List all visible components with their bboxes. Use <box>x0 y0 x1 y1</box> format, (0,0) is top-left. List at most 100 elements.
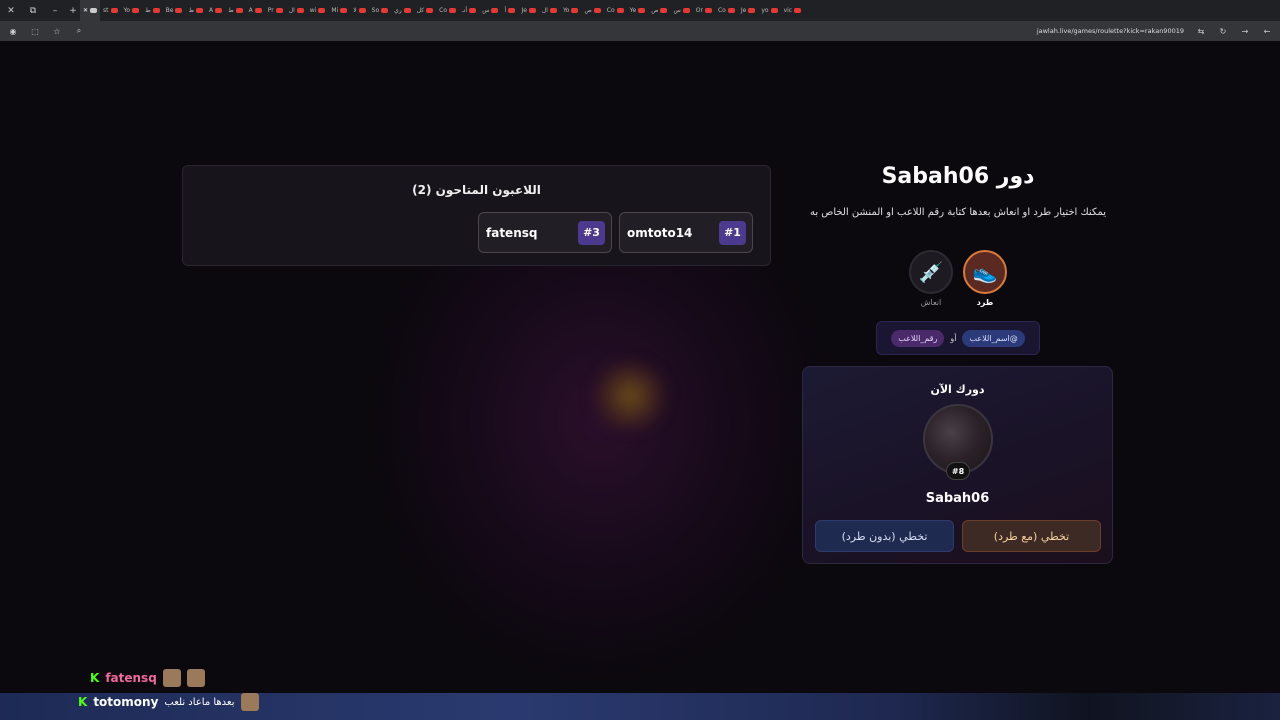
tab-title: Be <box>165 7 174 14</box>
browser-tab[interactable]: A <box>206 0 225 21</box>
player-number-badge: #8 <box>946 462 970 480</box>
tab-title: vic <box>783 7 793 14</box>
tab-title: س <box>673 7 681 14</box>
new-tab-icon[interactable]: + <box>66 6 80 16</box>
browser-tab[interactable]: أ <box>501 0 518 21</box>
youtube-icon <box>196 8 203 13</box>
revive-action[interactable]: 💉 انعاش <box>908 250 954 307</box>
browser-tab[interactable]: ص <box>648 0 670 21</box>
emote-icon <box>240 693 259 711</box>
browser-tab[interactable]: vic <box>781 0 805 21</box>
browser-tab[interactable]: س <box>479 0 501 21</box>
youtube-icon <box>491 8 499 13</box>
youtube-icon <box>275 8 283 13</box>
chat-overlay: K fatensq K totomony بعدها ماعاد نلعب <box>0 666 280 720</box>
browser-tab[interactable]: Je <box>518 0 538 21</box>
chat-message: K fatensq <box>90 669 205 687</box>
browser-tab[interactable]: ط <box>185 0 206 21</box>
chat-text: بعدها ماعاد نلعب <box>164 696 235 708</box>
reload-icon[interactable]: ↻ <box>1218 27 1228 36</box>
youtube-icon <box>449 8 456 13</box>
youtube-icon <box>638 8 646 13</box>
browser-tab[interactable]: لا <box>350 0 368 21</box>
browser-tab[interactable]: st <box>100 0 120 21</box>
player-name: fatensq <box>486 225 538 240</box>
browser-tab[interactable]: Co <box>715 0 738 21</box>
player-chip[interactable]: #1 omtoto14 <box>619 212 753 253</box>
syringe-icon: 💉 <box>909 250 953 294</box>
browser-tab[interactable]: أنـ <box>459 0 479 21</box>
minimize-window-icon[interactable]: – <box>44 6 66 16</box>
tab-title: كل <box>416 7 425 14</box>
browser-tab[interactable]: ص <box>581 0 603 21</box>
zoom-icon[interactable]: ⌕ <box>74 26 84 36</box>
tab-list: st Yo ط Be ط A ط A Pr ال wi Mi لا So ري كل Co أنـ س أ Je ال Yo… <box>100 0 804 21</box>
youtube-icon <box>403 8 411 13</box>
tab-title: Yo <box>562 7 570 14</box>
browser-tab[interactable]: س <box>670 0 692 21</box>
tab-title: ط <box>188 7 194 14</box>
forward-icon[interactable]: → <box>1240 27 1250 36</box>
browser-tab[interactable]: Co <box>604 0 627 21</box>
close-window-icon[interactable]: ✕ <box>0 6 22 16</box>
browser-tab[interactable]: ال <box>539 0 560 21</box>
browser-tab[interactable]: Ye <box>627 0 649 21</box>
browser-tab[interactable]: wi <box>307 0 329 21</box>
player-chip[interactable]: #3 fatensq <box>478 212 612 253</box>
youtube-icon <box>110 8 118 13</box>
tab-title: Or <box>695 7 703 14</box>
bookmark-star-icon[interactable]: ☆ <box>52 27 62 36</box>
back-icon[interactable]: ← <box>1262 27 1272 36</box>
tab-search-icon[interactable]: ⇆ <box>1196 27 1206 36</box>
current-player-name: Sabah06 <box>925 491 990 506</box>
tab-title: wi <box>309 7 317 14</box>
restore-window-icon[interactable]: ⧉ <box>22 6 44 16</box>
youtube-icon <box>152 8 160 13</box>
browser-tab[interactable]: Co <box>436 0 459 21</box>
browser-tab[interactable]: كل <box>414 0 436 21</box>
kick-action[interactable]: 👟 طرد <box>962 250 1008 307</box>
browser-tab[interactable]: ال <box>286 0 307 21</box>
extensions-icon[interactable]: ⬚ <box>30 27 40 36</box>
or-text: أو <box>950 333 957 343</box>
youtube-icon <box>175 8 183 13</box>
browser-tab-bar: ✕ ⧉ – + ✕ st Yo ط Be ط A ط A Pr ال wi Mi لا So ري كل Co أ… <box>0 0 1280 21</box>
browser-tab[interactable]: ري <box>391 0 414 21</box>
skip-with-kick-button[interactable]: تخطي (مع طرد) <box>962 520 1101 552</box>
youtube-icon <box>571 8 579 13</box>
close-tab-icon[interactable]: ✕ <box>83 7 88 14</box>
turn-description: يمكنك اختيار طرد او انعاش بعدها كتابة رق… <box>809 207 1107 218</box>
tab-title: Je <box>740 7 747 14</box>
browser-tab[interactable]: Or <box>693 0 715 21</box>
youtube-icon <box>616 8 624 13</box>
browser-tab[interactable]: Yo <box>560 0 582 21</box>
browser-tab[interactable]: So <box>369 0 391 21</box>
youtube-icon <box>682 8 690 13</box>
youtube-icon <box>340 8 348 13</box>
browser-tab[interactable]: Je <box>738 0 758 21</box>
address-bar[interactable]: jawlah.live/games/roulette?kick=rakan900… <box>1037 27 1184 35</box>
available-players-panel: اللاعبون المتاحون (2) #1 omtoto14 #3 fat… <box>182 165 771 266</box>
browser-tab[interactable]: ط <box>225 0 246 21</box>
tab-title: ط <box>145 7 151 14</box>
tab-title: Pr <box>267 7 274 14</box>
player-name: omtoto14 <box>627 225 693 240</box>
account-icon[interactable]: ◉ <box>8 27 18 36</box>
chat-username: totomony <box>93 695 159 709</box>
chat-username: fatensq <box>105 671 157 685</box>
youtube-icon <box>426 8 434 13</box>
youtube-icon <box>296 8 304 13</box>
browser-tab[interactable]: A <box>246 0 265 21</box>
player-number: #1 <box>719 220 746 245</box>
browser-tab[interactable]: Yo <box>121 0 143 21</box>
browser-tab[interactable]: Pr <box>265 0 286 21</box>
browser-tab[interactable]: Be <box>163 0 186 21</box>
browser-tab[interactable]: ط <box>142 0 163 21</box>
browser-tab[interactable]: Mi <box>328 0 350 21</box>
tab-active[interactable]: ✕ <box>80 0 101 21</box>
tab-title: ري <box>394 7 402 14</box>
browser-tab[interactable]: yo <box>758 0 780 21</box>
current-turn-card: دورك الآن #8 Sabah06 تخطي (مع طرد) تخطي … <box>802 366 1113 564</box>
skip-without-kick-button[interactable]: تخطي (بدون طرد) <box>815 520 954 552</box>
youtube-icon <box>727 8 735 13</box>
